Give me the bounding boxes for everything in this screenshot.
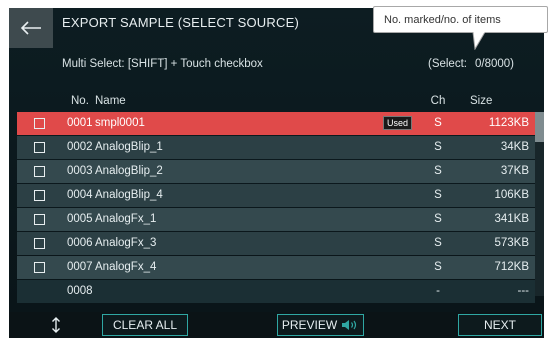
- table-row[interactable]: 0001 smpl0001 Used S 1123KB: [17, 112, 535, 135]
- row-checkbox-cell: [17, 280, 61, 303]
- select-count: (Select: 0/8000): [428, 58, 514, 70]
- select-count-value: 0/8000): [474, 58, 514, 70]
- row-checkbox-cell[interactable]: [17, 112, 61, 135]
- row-name-cell: smpl0001 Used: [93, 112, 418, 135]
- table-row[interactable]: 0005 AnalogFx_1 S 341KB: [17, 208, 535, 231]
- back-button[interactable]: [9, 8, 53, 48]
- row-name-cell: [93, 280, 418, 303]
- row-ch: S: [418, 232, 458, 255]
- row-name: smpl0001: [95, 117, 145, 130]
- header-name: Name: [95, 95, 126, 107]
- scrollbar[interactable]: [535, 112, 544, 296]
- row-name-cell: AnalogFx_1: [93, 208, 418, 231]
- row-checkbox-cell[interactable]: [17, 160, 61, 183]
- row-size: 712KB: [458, 256, 535, 279]
- row-checkbox-cell[interactable]: [17, 184, 61, 207]
- used-badge: Used: [382, 116, 412, 131]
- row-name-cell: AnalogBlip_1: [93, 136, 418, 159]
- row-name: AnalogFx_4: [95, 261, 157, 274]
- sample-table: No. Name Ch Size 0001 smpl0001 Used S 11…: [17, 90, 535, 304]
- row-checkbox-cell[interactable]: [17, 208, 61, 231]
- row-ch: S: [418, 112, 458, 135]
- row-ch: -: [418, 280, 458, 303]
- row-no: 0001: [61, 112, 93, 135]
- up-down-arrow-icon: [52, 317, 60, 333]
- sort-button[interactable]: [15, 314, 97, 336]
- table-row[interactable]: 0006 AnalogFx_3 S 573KB: [17, 232, 535, 255]
- row-checkbox[interactable]: [33, 261, 45, 273]
- row-no: 0007: [61, 256, 93, 279]
- row-size: 341KB: [458, 208, 535, 231]
- row-checkbox[interactable]: [33, 117, 45, 129]
- row-size: 37KB: [458, 160, 535, 183]
- row-no: 0008: [61, 280, 93, 303]
- row-size: ---: [458, 280, 535, 303]
- next-button[interactable]: NEXT: [458, 314, 542, 336]
- row-checkbox[interactable]: [33, 141, 45, 153]
- row-checkbox[interactable]: [33, 213, 45, 225]
- row-checkbox-cell[interactable]: [17, 232, 61, 255]
- preview-label: PREVIEW: [281, 318, 338, 332]
- table-row[interactable]: 0008 - ---: [17, 280, 535, 303]
- arrow-left-icon: [20, 21, 41, 35]
- row-checkbox[interactable]: [33, 189, 45, 201]
- row-name: AnalogBlip_2: [95, 165, 163, 178]
- row-name-cell: AnalogFx_4: [93, 256, 418, 279]
- table-row[interactable]: 0003 AnalogBlip_2 S 37KB: [17, 160, 535, 183]
- table-row[interactable]: 0004 AnalogBlip_4 S 106KB: [17, 184, 535, 207]
- row-size: 573KB: [458, 232, 535, 255]
- bottom-toolbar: CLEAR ALL PREVIEW NEXT: [9, 312, 544, 338]
- row-no: 0005: [61, 208, 93, 231]
- row-size: 34KB: [458, 136, 535, 159]
- clear-all-button[interactable]: CLEAR ALL: [102, 314, 188, 336]
- row-checkbox[interactable]: [33, 237, 45, 249]
- row-name: AnalogFx_3: [95, 237, 157, 250]
- row-no: 0002: [61, 136, 93, 159]
- preview-button[interactable]: PREVIEW: [277, 314, 364, 336]
- scrollbar-thumb[interactable]: [535, 112, 544, 142]
- row-checkbox-cell[interactable]: [17, 136, 61, 159]
- table-row[interactable]: 0007 AnalogFx_4 S 712KB: [17, 256, 535, 279]
- speaker-icon: [342, 320, 357, 330]
- table-header: No. Name Ch Size: [17, 90, 535, 112]
- row-no: 0006: [61, 232, 93, 255]
- row-name: AnalogFx_1: [95, 213, 157, 226]
- row-no: 0004: [61, 184, 93, 207]
- row-name-cell: AnalogBlip_4: [93, 184, 418, 207]
- row-ch: S: [418, 256, 458, 279]
- row-name: AnalogBlip_1: [95, 141, 163, 154]
- callout-note: No. marked/no. of items: [373, 6, 548, 33]
- table-row[interactable]: 0002 AnalogBlip_1 S 34KB: [17, 136, 535, 159]
- callout-pointer: [472, 32, 486, 50]
- row-name: AnalogBlip_4: [95, 189, 163, 202]
- row-ch: S: [418, 184, 458, 207]
- header-no: No.: [71, 95, 89, 107]
- header-ch: Ch: [430, 95, 446, 107]
- row-checkbox[interactable]: [33, 165, 45, 177]
- header-checkbox-col: [17, 90, 61, 112]
- row-size: 106KB: [458, 184, 535, 207]
- row-name-cell: AnalogFx_3: [93, 232, 418, 255]
- export-sample-screen: EXPORT SAMPLE (SELECT SOURCE) Multi Sele…: [9, 8, 544, 338]
- row-size: 1123KB: [458, 112, 535, 135]
- page-title: EXPORT SAMPLE (SELECT SOURCE): [62, 15, 299, 30]
- row-checkbox-cell[interactable]: [17, 256, 61, 279]
- row-name-cell: AnalogBlip_2: [93, 160, 418, 183]
- row-no: 0003: [61, 160, 93, 183]
- row-ch: S: [418, 208, 458, 231]
- multi-select-hint: Multi Select: [SHIFT] + Touch checkbox: [62, 58, 263, 70]
- row-ch: S: [418, 160, 458, 183]
- row-ch: S: [418, 136, 458, 159]
- header-size: Size: [470, 95, 493, 107]
- select-count-label: (Select:: [427, 58, 467, 70]
